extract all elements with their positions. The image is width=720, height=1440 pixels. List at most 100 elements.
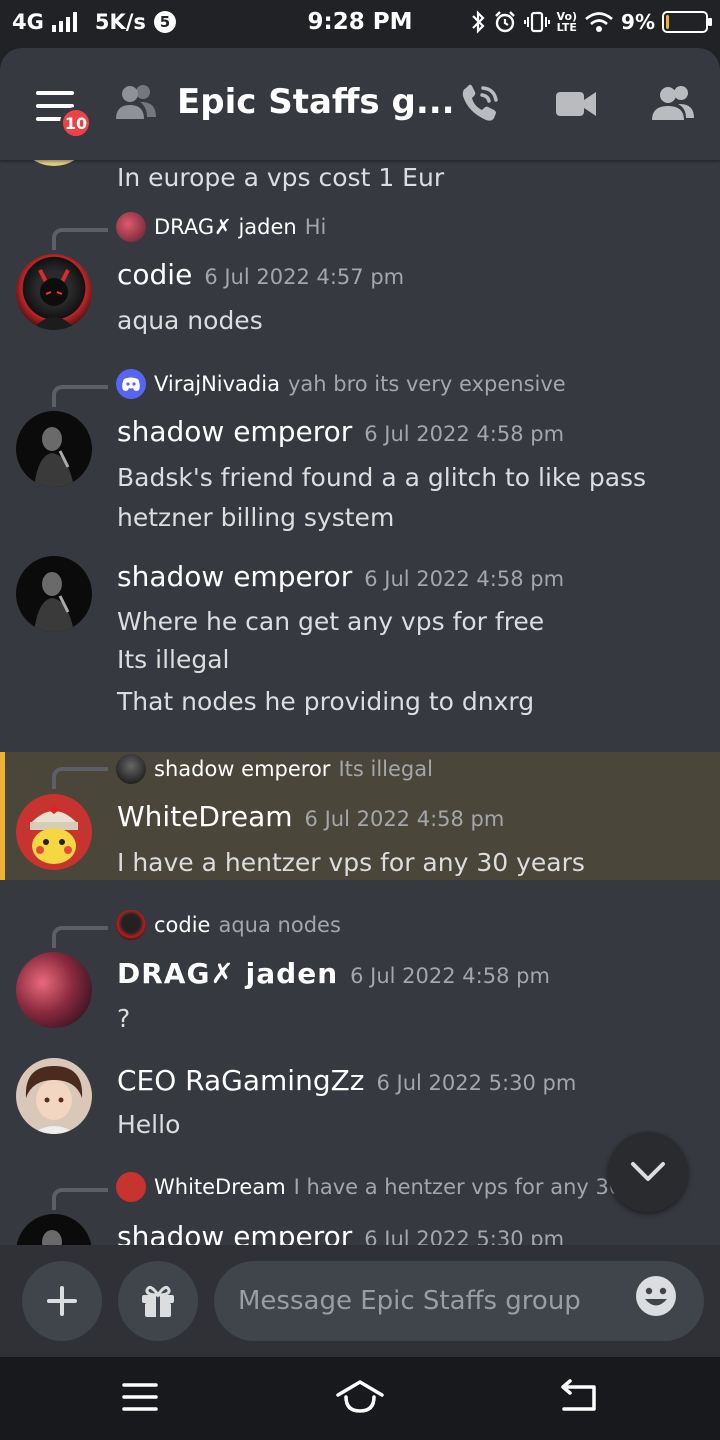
message-author[interactable]: CEO RaGamingZz 6 Jul 2022 5:30 pm xyxy=(117,1064,576,1097)
message-text: Hello xyxy=(117,1110,181,1139)
wifi-icon xyxy=(585,12,613,32)
avatar-image xyxy=(34,572,74,632)
group-icon xyxy=(116,85,156,119)
reply-avatar xyxy=(116,910,146,940)
reply-text: I have a hentzer vps for any 30 y xyxy=(293,1175,642,1199)
message-timestamp: 6 Jul 2022 4:58 pm xyxy=(304,807,505,831)
reply-reference[interactable]: WhiteDream I have a hentzer vps for any … xyxy=(116,1172,641,1202)
message-line: That nodes he providing to dnxrg xyxy=(117,687,535,716)
reply-spine xyxy=(52,1188,108,1210)
reply-text: aqua nodes xyxy=(218,913,341,937)
message-input[interactable] xyxy=(214,1261,704,1341)
battery-icon xyxy=(662,11,712,33)
avatar-image xyxy=(25,1066,83,1134)
reply-avatar xyxy=(116,754,146,784)
message-item[interactable]: CEO RaGamingZz 6 Jul 2022 5:30 pm Hello xyxy=(0,1058,720,1158)
reply-author: WhiteDream xyxy=(154,1175,286,1199)
reply-avatar xyxy=(116,212,146,242)
vibrate-icon xyxy=(523,11,550,33)
reply-text: yah bro its very expensive xyxy=(287,372,566,396)
message-timestamp: 6 Jul 2022 4:58 pm xyxy=(364,567,565,591)
nav-home-icon[interactable] xyxy=(330,1375,390,1419)
avatar[interactable] xyxy=(16,411,92,487)
message-timestamp: 6 Jul 2022 5:30 pm xyxy=(364,1227,565,1245)
nav-menu-icon[interactable] xyxy=(110,1375,170,1419)
chevron-down-icon xyxy=(631,1162,665,1181)
system-nav-bar xyxy=(0,1357,720,1440)
gift-button[interactable] xyxy=(118,1261,198,1341)
message-text: Badsk's friend found a a glitch to like … xyxy=(117,463,647,532)
reply-avatar xyxy=(116,1172,146,1202)
reply-text: Its illegal xyxy=(338,757,433,781)
avatar[interactable] xyxy=(16,952,92,1028)
nav-back-icon[interactable] xyxy=(550,1375,610,1419)
message-timestamp: 6 Jul 2022 5:30 pm xyxy=(376,1071,577,1095)
avatar[interactable] xyxy=(16,1214,92,1245)
reply-reference[interactable]: shadow emperor Its illegal xyxy=(116,754,433,784)
message-line: Its illegal xyxy=(117,645,230,674)
channel-header: 10 Epic Staffs g... xyxy=(0,48,720,160)
message-item-highlighted[interactable]: shadow emperor Its illegal WhiteDream 6 J… xyxy=(0,752,720,880)
reply-reference[interactable]: DRAG✗ jaden Hi xyxy=(116,212,326,242)
volte-icon: Vo) LTE xyxy=(556,10,578,34)
battery-percent: 9% xyxy=(621,10,655,34)
alarm-icon xyxy=(494,11,515,33)
channel-title[interactable]: Epic Staffs g... xyxy=(177,82,455,122)
members-icon[interactable] xyxy=(648,80,696,128)
mention-badge: 10 xyxy=(60,107,92,139)
emoji-icon[interactable] xyxy=(634,1274,678,1318)
message-item[interactable]: VirajNivadia yah bro its very expensive … xyxy=(0,357,720,547)
reply-author: DRAG✗ jaden xyxy=(154,215,297,239)
avatar[interactable] xyxy=(16,254,92,330)
avatar[interactable] xyxy=(16,160,92,166)
message-text: I have a hentzer vps for any 30 years xyxy=(117,848,585,877)
reply-spine xyxy=(52,926,108,948)
reply-author: codie xyxy=(154,913,211,937)
reply-reference[interactable]: VirajNivadia yah bro its very expensive xyxy=(116,369,566,399)
message-author[interactable]: DRAG✗ jaden 6 Jul 2022 4:58 pm xyxy=(117,957,550,990)
avatar[interactable] xyxy=(16,556,92,632)
attach-button[interactable] xyxy=(22,1261,102,1341)
plus-icon xyxy=(47,1286,77,1316)
avatar[interactable] xyxy=(16,1058,92,1134)
reply-spine xyxy=(52,385,108,407)
message-item[interactable]: In europe a vps cost 1 Eur xyxy=(0,160,720,192)
avatar-image xyxy=(34,427,74,487)
reply-author: VirajNivadia xyxy=(154,372,280,396)
discord-avatar xyxy=(116,369,146,399)
message-author[interactable]: WhiteDream 6 Jul 2022 4:58 pm xyxy=(117,800,504,833)
avatar-image xyxy=(42,1230,62,1245)
jump-to-latest-button[interactable] xyxy=(608,1132,688,1212)
video-icon[interactable] xyxy=(552,80,600,128)
message-item[interactable]: DRAG✗ jaden Hi codie 6 Jul 2022 4:57 pm a… xyxy=(0,200,720,350)
message-timestamp: 6 Jul 2022 4:57 pm xyxy=(204,265,405,289)
reply-text: Hi xyxy=(304,215,327,239)
call-icon[interactable] xyxy=(456,80,504,128)
avatar[interactable] xyxy=(16,794,92,870)
message-line: Where he can get any vps for free xyxy=(117,607,545,636)
message-timestamp: 6 Jul 2022 4:58 pm xyxy=(350,964,550,988)
message-author[interactable]: shadow emperor 6 Jul 2022 5:30 pm xyxy=(117,1220,564,1245)
message-timestamp: 6 Jul 2022 4:58 pm xyxy=(364,422,565,446)
message-item[interactable]: shadow emperor 6 Jul 2022 4:58 pm Where h… xyxy=(0,556,720,726)
gift-icon xyxy=(142,1285,174,1317)
discord-icon xyxy=(122,377,140,391)
bluetooth-icon xyxy=(471,10,485,34)
reply-reference[interactable]: codie aqua nodes xyxy=(116,910,341,940)
status-bar: 4G 5K/s 5 9:28 PM Vo) LTE 9% xyxy=(0,0,720,48)
message-composer xyxy=(0,1245,720,1357)
reply-spine xyxy=(52,228,108,250)
message-text: ? xyxy=(117,1004,131,1033)
reply-author: shadow emperor xyxy=(154,757,331,781)
message-author[interactable]: shadow emperor 6 Jul 2022 4:58 pm xyxy=(117,415,564,448)
message-text: aqua nodes xyxy=(117,306,263,335)
reply-spine xyxy=(52,767,108,789)
message-text: In europe a vps cost 1 Eur xyxy=(117,163,445,192)
message-list[interactable]: In europe a vps cost 1 Eur DRAG✗ jaden H… xyxy=(0,160,720,1245)
message-author[interactable]: shadow emperor 6 Jul 2022 4:58 pm xyxy=(117,560,564,593)
battery-fill xyxy=(666,15,669,29)
message-author[interactable]: codie 6 Jul 2022 4:57 pm xyxy=(117,258,404,291)
avatar-image xyxy=(32,269,76,330)
message-item[interactable]: codie aqua nodes DRAG✗ jaden 6 Jul 2022 4… xyxy=(0,910,720,1050)
avatar-image xyxy=(30,804,78,864)
